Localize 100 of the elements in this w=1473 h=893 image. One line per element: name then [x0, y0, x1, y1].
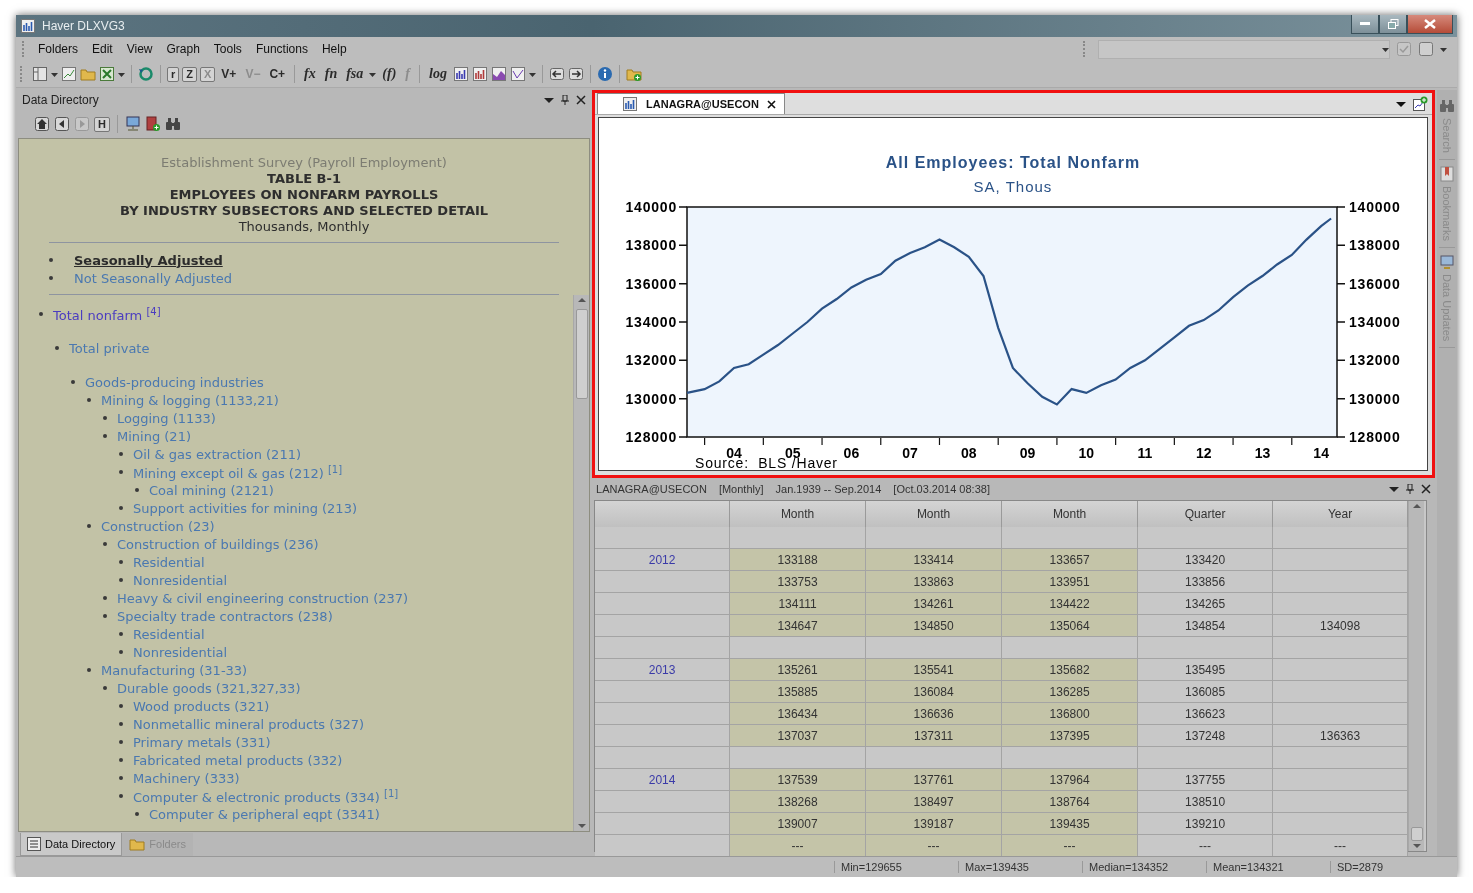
tree-link[interactable]: Support activities for mining (213)	[133, 500, 357, 516]
tree-link[interactable]: Machinery (333)	[133, 770, 240, 786]
close-button[interactable]	[1407, 15, 1453, 34]
menu-item[interactable]: Graph	[159, 42, 207, 56]
menu-item[interactable]: Tools	[206, 42, 249, 56]
tree-link[interactable]: Goods-producing industries	[85, 374, 264, 390]
menu-item[interactable]: View	[119, 42, 160, 56]
adjustment-link[interactable]: Seasonally Adjusted	[74, 252, 223, 268]
check-icon[interactable]	[1396, 41, 1412, 57]
tree-link[interactable]: Mining & logging (1133,21)	[101, 392, 279, 408]
tree-link[interactable]: Computer & peripheral eqpt (3341)	[149, 806, 380, 822]
tree-link[interactable]: Logging (1133)	[117, 410, 216, 426]
tree-link[interactable]: Heavy & civil engineering construction (237)	[117, 590, 409, 606]
year-label: 2012	[595, 549, 731, 571]
toolbar-button[interactable]: Z	[182, 66, 197, 82]
binoculars-icon[interactable]	[164, 116, 181, 132]
dropdown-icon[interactable]	[544, 95, 555, 105]
tree-link[interactable]: Residential	[133, 626, 205, 642]
area-chart-icon[interactable]	[490, 66, 507, 82]
tree-link[interactable]: Mining except oil & gas (212) $^{[1]}$	[133, 463, 343, 481]
column-header[interactable]: Month	[1002, 501, 1139, 528]
tree-link[interactable]: Computer & electronic products (334) $^{[1]}$	[133, 787, 399, 805]
pin-icon[interactable]	[1405, 484, 1416, 494]
pin-icon[interactable]	[560, 95, 571, 105]
dropdown-icon[interactable]	[1389, 484, 1400, 494]
minimize-button[interactable]	[1351, 15, 1379, 34]
bar-chart-icon[interactable]	[622, 96, 639, 112]
bullet-icon	[87, 398, 91, 402]
history-button[interactable]: H	[94, 116, 110, 132]
bar-chart-icon[interactable]	[20, 18, 36, 34]
toolbar-button[interactable]: V+	[218, 67, 240, 81]
scroll-up-icon[interactable]	[576, 295, 587, 305]
back-icon[interactable]	[54, 116, 70, 132]
close-icon[interactable]	[576, 95, 587, 105]
column-header[interactable]: Quarter	[1138, 501, 1274, 528]
tree-link[interactable]: Mining (21)	[117, 428, 191, 444]
spreadsheet-icon[interactable]	[99, 66, 115, 82]
y-tick-label: 128000	[1349, 429, 1401, 445]
toolbar-button[interactable]: fsa	[343, 66, 367, 82]
toolbar-button[interactable]: fx	[301, 66, 319, 82]
panel-tab[interactable]: Data Directory	[20, 833, 123, 856]
tree-link[interactable]: Oil & gas extraction (211)	[133, 446, 301, 462]
tree-link[interactable]: Nonmetallic mineral products (327)	[133, 716, 365, 732]
tree-link[interactable]: Manufacturing (31-33)	[101, 662, 248, 678]
add-book-icon[interactable]	[144, 116, 161, 132]
square-icon[interactable]	[1418, 41, 1434, 57]
scroll-down-icon[interactable]	[576, 821, 587, 831]
toolbar-button[interactable]: log	[426, 66, 450, 82]
combo-field[interactable]	[1098, 39, 1390, 59]
table-cell: 136800	[1002, 703, 1139, 725]
tree-link[interactable]: Nonresidential	[133, 572, 228, 588]
adjustment-link[interactable]: Not Seasonally Adjusted	[74, 270, 232, 286]
menu-item[interactable]: Functions	[248, 42, 315, 56]
toolbar-button[interactable]: C+	[266, 67, 289, 81]
line-chart-icon[interactable]	[61, 66, 77, 82]
tree-link[interactable]: Specialty trade contractors (238)	[117, 608, 333, 624]
toolbar-button[interactable]: r	[167, 66, 180, 82]
scroll-up-icon[interactable]	[1411, 501, 1422, 511]
bar-chart-icon[interactable]	[452, 66, 469, 82]
tree-link[interactable]: Wood products (321)	[133, 698, 270, 714]
tree-link[interactable]: Primary metals (331)	[133, 734, 271, 750]
toolbar-button[interactable]: fn	[321, 66, 341, 82]
toolbar-button[interactable]: (f)	[379, 66, 400, 82]
scroll-thumb[interactable]	[1410, 827, 1423, 841]
home-icon[interactable]	[34, 116, 50, 132]
tree-link[interactable]: Total nonfarm $^{[4]}$	[53, 305, 161, 323]
scroll-down-icon[interactable]	[1411, 841, 1422, 851]
scroll-thumb[interactable]	[575, 309, 588, 399]
network-icon[interactable]	[124, 116, 141, 132]
tree-link[interactable]: Coal mining (2121)	[149, 482, 274, 498]
close-icon[interactable]	[766, 99, 776, 109]
scrollbar[interactable]	[1408, 501, 1425, 851]
close-icon[interactable]	[1421, 484, 1432, 494]
tree-link[interactable]: Nonresidential	[133, 644, 228, 660]
layout-icon[interactable]	[32, 66, 48, 82]
dropdown-icon[interactable]	[1396, 99, 1407, 109]
line-chart-icon[interactable]	[509, 66, 526, 82]
tree-link[interactable]: Durable goods (321,327,33)	[117, 680, 301, 696]
column-header[interactable]: Year	[1273, 501, 1409, 528]
menu-item[interactable]: Edit	[85, 42, 120, 56]
bookmark-icon[interactable]	[1439, 165, 1456, 182]
refresh-icon[interactable]	[138, 66, 154, 82]
tree-link[interactable]: Fabricated metal products (332)	[133, 752, 343, 768]
y-tick-label: 128000	[625, 429, 678, 445]
binoculars-icon[interactable]	[1439, 98, 1456, 114]
tree-link[interactable]: Construction (23)	[101, 518, 215, 534]
add-chart-icon[interactable]	[1412, 96, 1429, 112]
document-tab[interactable]: LANAGRA@USECON	[597, 93, 785, 114]
column-header[interactable]: Month	[866, 501, 1003, 528]
list-icon[interactable]	[27, 837, 41, 851]
tree-link[interactable]: Construction of buildings (236)	[117, 536, 319, 552]
restore-button[interactable]	[1379, 15, 1407, 34]
menu-item[interactable]: Folders	[31, 42, 85, 56]
scrollbar[interactable]	[573, 295, 590, 831]
column-header[interactable]: Month	[730, 501, 867, 528]
tree-link[interactable]: Total private	[69, 340, 150, 356]
info-icon[interactable]	[596, 66, 613, 82]
tree-link[interactable]: Residential	[133, 554, 205, 570]
menu-item[interactable]: Help	[314, 42, 354, 56]
bar-chart-icon[interactable]	[471, 66, 488, 82]
